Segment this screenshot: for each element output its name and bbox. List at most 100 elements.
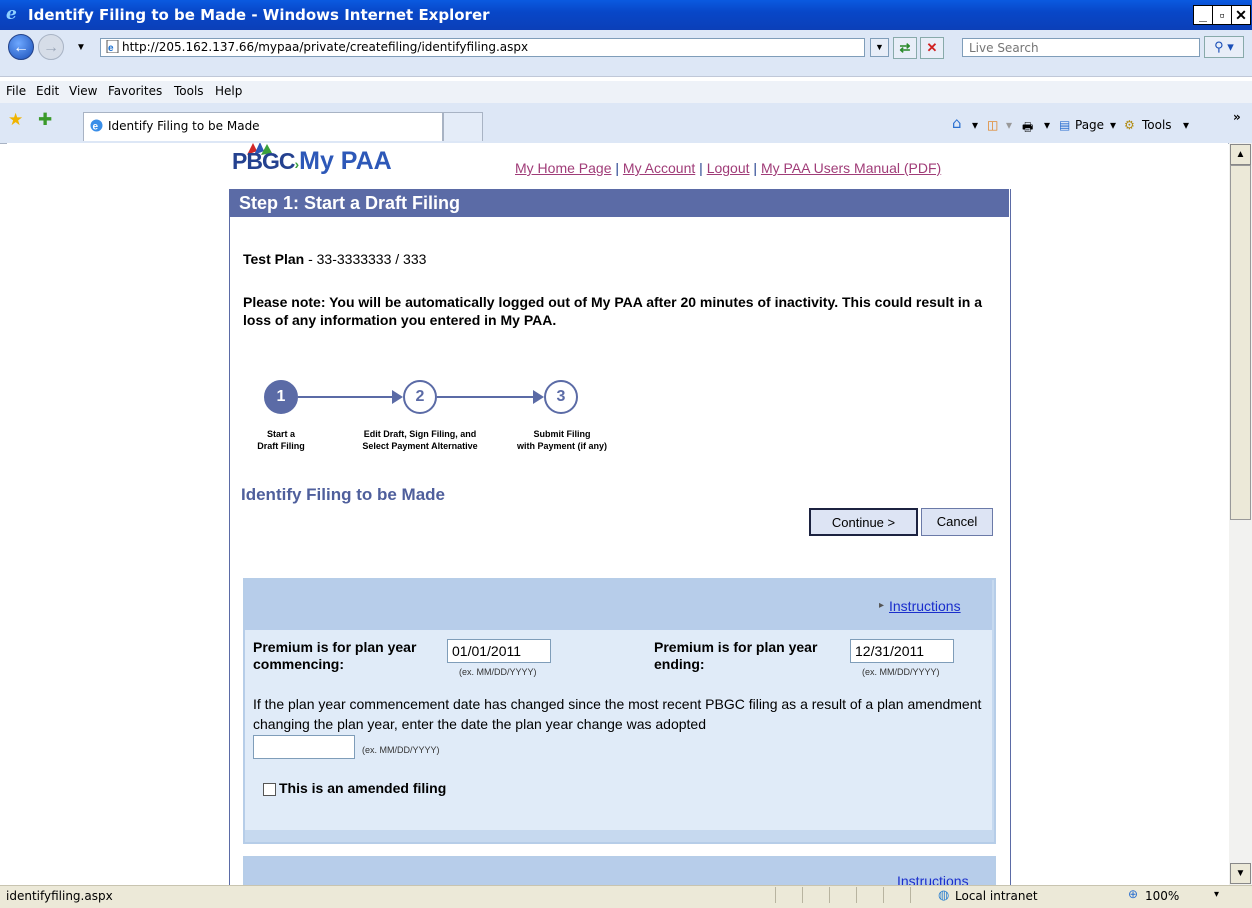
status-bar — [0, 885, 1252, 908]
close-button[interactable]: ✕ — [1231, 5, 1251, 25]
address-url[interactable]: http://205.162.137.66/mypaa/private/crea… — [122, 40, 528, 54]
address-dropdown-icon[interactable]: ▼ — [870, 38, 889, 57]
feeds-dropdown-icon[interactable]: ▾ — [1006, 118, 1012, 132]
step-3-label: Submit Filing with Payment (if any) — [500, 428, 624, 452]
step-3-label-line1: Submit Filing — [533, 429, 591, 439]
favorites-star-icon[interactable]: ★ — [8, 110, 23, 130]
cancel-button[interactable]: Cancel — [921, 508, 993, 536]
chevron-more-icon[interactable]: » — [1233, 110, 1241, 124]
status-segment — [856, 887, 883, 903]
ending-label: Premium is for plan year ending: — [654, 639, 817, 673]
commencing-date-input[interactable] — [447, 639, 551, 663]
ending-label-line2: ending: — [654, 656, 705, 672]
continue-button[interactable]: Continue > — [809, 508, 918, 536]
link-my-account[interactable]: My Account — [623, 160, 695, 176]
tab-label[interactable]: Identify Filing to be Made — [108, 119, 260, 133]
home-dropdown-icon[interactable]: ▾ — [972, 118, 978, 132]
commencing-label-line2: commencing: — [253, 656, 345, 672]
zoom-level[interactable]: 100% — [1145, 889, 1179, 903]
ending-date-hint: (ex. MM/DD/YYYY) — [862, 667, 940, 677]
title-bar: e Identify Filing to be Made - Windows I… — [0, 0, 1252, 30]
link-separator: | — [753, 160, 758, 176]
link-separator: | — [615, 160, 620, 176]
instructions-link[interactable]: Instructions — [889, 598, 961, 614]
menu-favorites[interactable]: Favorites — [108, 84, 162, 98]
step-1-circle: 1 — [264, 380, 298, 414]
forward-button[interactable]: → — [38, 34, 64, 60]
security-zone[interactable]: Local intranet — [955, 889, 1038, 903]
plan-year-change-input[interactable] — [253, 735, 355, 759]
print-icon[interactable]: 🖶 — [1022, 118, 1033, 139]
menu-file[interactable]: File — [6, 84, 26, 98]
svg-text:e: e — [108, 43, 114, 53]
new-tab-button[interactable] — [443, 112, 483, 141]
feeds-icon[interactable]: ◫ — [987, 118, 998, 132]
second-instructions-link[interactable]: Instructions — [897, 873, 969, 885]
zoom-dropdown-icon[interactable]: ▾ — [1214, 889, 1219, 900]
ending-label-line1: Premium is for plan year — [654, 639, 818, 655]
page-menu[interactable]: Page — [1075, 118, 1104, 132]
refresh-button[interactable]: ⇄ — [893, 37, 917, 59]
status-segment — [883, 887, 910, 903]
step-2-circle: 2 — [403, 380, 437, 414]
step-1-label: Start a Draft Filing — [245, 428, 317, 452]
tools-gear-icon: ⚙ — [1124, 118, 1135, 132]
step-1-label-line2: Draft Filing — [257, 441, 305, 451]
plan-info: Test Plan - 33-3333333 / 333 — [243, 251, 426, 267]
arrow-head-icon — [533, 390, 544, 404]
link-users-manual[interactable]: My PAA Users Manual (PDF) — [761, 160, 941, 176]
page-dropdown-icon[interactable]: ▾ — [1110, 118, 1116, 132]
arrow-head-icon — [392, 390, 403, 404]
menu-edit[interactable]: Edit — [36, 84, 59, 98]
svg-text:e: e — [93, 122, 99, 133]
scroll-up-button[interactable]: ▲ — [1230, 144, 1251, 165]
commencing-date-hint: (ex. MM/DD/YYYY) — [459, 667, 537, 677]
scroll-down-button[interactable]: ▼ — [1230, 863, 1251, 884]
step-arrow — [437, 396, 533, 398]
stop-button[interactable]: ✕ — [920, 37, 944, 59]
change-date-hint: (ex. MM/DD/YYYY) — [362, 745, 440, 755]
status-text: identifyfiling.aspx — [6, 889, 113, 903]
site-logo[interactable]: PBGC›My PAA — [232, 147, 392, 176]
scroll-thumb[interactable] — [1230, 165, 1251, 520]
ending-date-input[interactable] — [850, 639, 954, 663]
logo-mypaa: My PAA — [299, 147, 392, 175]
link-separator: | — [699, 160, 703, 176]
status-segment — [829, 887, 856, 903]
search-field[interactable] — [962, 38, 1200, 57]
plan-name: Test Plan — [243, 251, 305, 267]
print-dropdown-icon[interactable]: ▾ — [1044, 118, 1050, 132]
step-2-label-line2: Select Payment Alternative — [362, 441, 478, 451]
page-icon: e — [106, 40, 119, 53]
amended-filing-checkbox[interactable] — [263, 783, 276, 796]
status-segment — [910, 887, 937, 903]
maximize-button[interactable]: ▫ — [1212, 5, 1232, 25]
minimize-button[interactable]: _ — [1193, 5, 1213, 25]
add-favorite-icon[interactable]: ✚ — [38, 110, 52, 130]
plan-ein: - 33-3333333 / 333 — [304, 251, 427, 267]
history-dropdown-icon[interactable]: ▼ — [76, 42, 86, 53]
top-links: My Home Page | My Account | Logout | My … — [515, 160, 941, 176]
menu-help[interactable]: Help — [215, 84, 242, 98]
step-2-label-line1: Edit Draft, Sign Filing, and — [363, 429, 477, 439]
search-input[interactable] — [967, 40, 1199, 56]
link-home-page[interactable]: My Home Page — [515, 160, 611, 176]
page-viewport: PBGC›My PAA My Home Page | My Account | … — [7, 143, 1228, 885]
section-title: Identify Filing to be Made — [241, 485, 445, 504]
link-logout[interactable]: Logout — [707, 160, 750, 176]
status-segment — [775, 887, 802, 903]
second-panel-header — [243, 856, 996, 885]
home-icon[interactable]: ⌂ — [952, 114, 962, 132]
step-header: Step 1: Start a Draft Filing — [229, 189, 1009, 217]
tools-menu[interactable]: Tools — [1142, 118, 1172, 132]
step-3-label-line2: with Payment (if any) — [516, 441, 607, 451]
back-button[interactable]: ← — [8, 34, 34, 60]
menu-tools[interactable]: Tools — [174, 84, 204, 98]
bullet-arrow-icon: ▸ — [879, 600, 885, 611]
step-2-label: Edit Draft, Sign Filing, and Select Paym… — [340, 428, 500, 452]
search-button[interactable]: ⚲ ▾ — [1204, 36, 1244, 58]
tools-dropdown-icon[interactable]: ▾ — [1183, 118, 1189, 132]
status-segment — [802, 887, 829, 903]
menu-view[interactable]: View — [69, 84, 97, 98]
amended-filing-label[interactable]: This is an amended filing — [279, 780, 446, 796]
